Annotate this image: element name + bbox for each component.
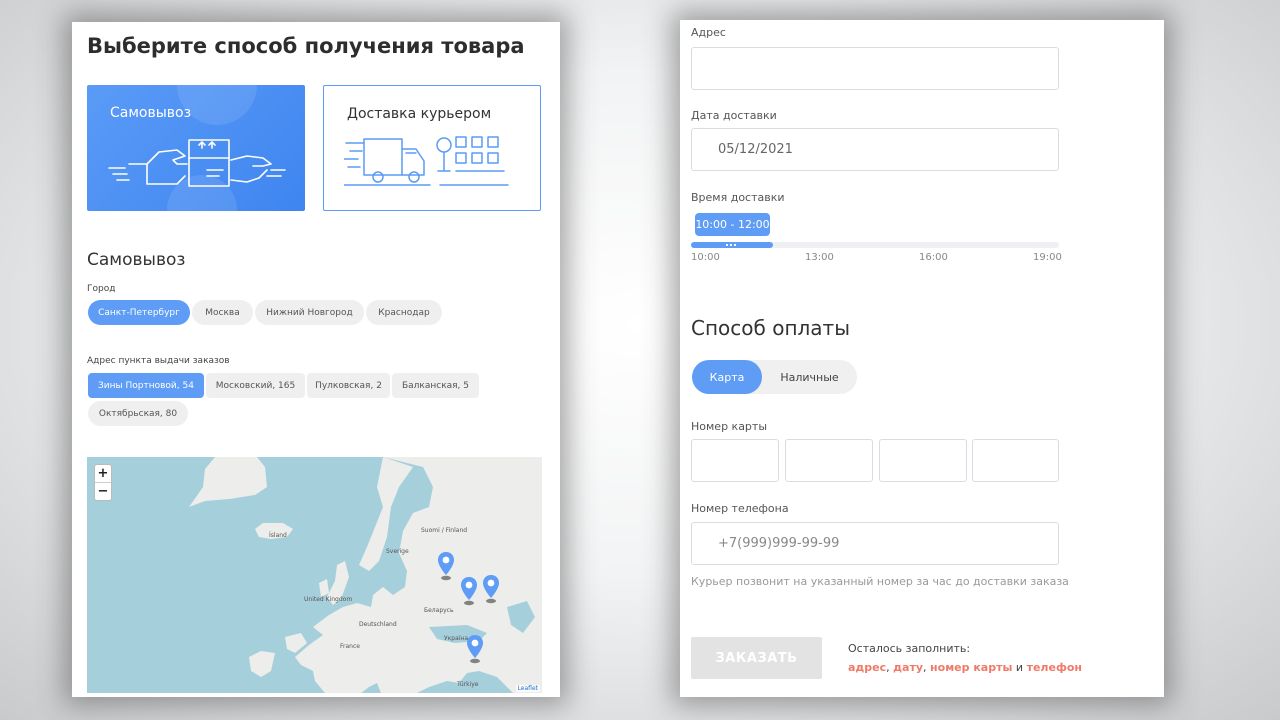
map-label: United Kingdom bbox=[304, 596, 353, 603]
missing-field-phone: телефон bbox=[1026, 661, 1083, 674]
payment-method-toggle: Карта Наличные bbox=[692, 360, 857, 394]
phone-input[interactable]: +7(999)999-99-99 bbox=[691, 522, 1059, 565]
remaining-separator: , bbox=[923, 661, 931, 674]
phone-label: Номер телефона bbox=[691, 502, 789, 515]
time-tick: 16:00 bbox=[919, 252, 948, 263]
date-label: Дата доставки bbox=[691, 109, 777, 122]
map-label: Suomi / Finland bbox=[421, 527, 468, 534]
payment-option-card[interactable]: Карта bbox=[692, 360, 762, 394]
time-tick: 10:00 bbox=[691, 252, 720, 263]
slider-handle-grip-icon[interactable] bbox=[726, 244, 737, 246]
time-label: Время доставки bbox=[691, 191, 785, 204]
map-attribution[interactable]: Leaflet bbox=[515, 685, 540, 692]
card-number-label: Номер карты bbox=[691, 420, 768, 433]
remaining-fields-list: адрес, дату, номер карты и телефон bbox=[848, 661, 1082, 674]
card-number-input-1[interactable] bbox=[691, 439, 779, 482]
delivery-method-panel: Выберите способ получения товара Самовыв… bbox=[72, 22, 560, 697]
address-chip-4[interactable]: Октябрьская, 80 bbox=[88, 401, 188, 426]
map-label: Deutschland bbox=[359, 621, 397, 628]
delivery-truck-icon bbox=[344, 136, 509, 186]
city-label: Город bbox=[87, 284, 116, 294]
pickup-method-card[interactable]: Самовывоз bbox=[87, 85, 305, 211]
time-slider-tooltip: 10:00 - 12:00 bbox=[695, 213, 770, 236]
address-chip-3[interactable]: Балканская, 5 bbox=[392, 373, 479, 398]
zoom-out-button[interactable]: − bbox=[95, 482, 111, 499]
map-label: Україна bbox=[444, 635, 469, 642]
map-label: Ísland bbox=[269, 532, 287, 539]
remaining-conjunction: и bbox=[1012, 661, 1027, 674]
courier-method-card[interactable]: Доставка курьером bbox=[323, 85, 541, 211]
map-pin-icon[interactable] bbox=[437, 551, 455, 581]
page-title: Выберите способ получения товара bbox=[87, 34, 525, 58]
map-label: Беларусь bbox=[424, 607, 454, 614]
courier-method-label: Доставка курьером bbox=[347, 106, 492, 122]
map-pin-icon[interactable] bbox=[482, 574, 500, 604]
time-tick: 19:00 bbox=[1033, 252, 1062, 263]
phone-hint: Курьер позвонит на указанный номер за ча… bbox=[691, 575, 1069, 588]
map-label: Sverige bbox=[386, 548, 409, 555]
address-chip-2[interactable]: Пулковская, 2 bbox=[307, 373, 390, 398]
city-chip-krasnodar[interactable]: Краснодар bbox=[366, 300, 442, 325]
order-button[interactable]: ЗАКАЗАТЬ bbox=[691, 637, 822, 679]
address-chip-1[interactable]: Московский, 165 bbox=[206, 373, 305, 398]
map-zoom-control: + − bbox=[94, 464, 112, 501]
card-number-input-3[interactable] bbox=[879, 439, 967, 482]
pickup-method-label: Самовывоз bbox=[110, 105, 192, 121]
city-chip-nizhny[interactable]: Нижний Новгород bbox=[255, 300, 364, 325]
missing-field-card: номер карты bbox=[930, 661, 1013, 674]
handover-box-icon bbox=[108, 139, 286, 187]
pickup-section-title: Самовывоз bbox=[87, 250, 186, 270]
pickup-address-label: Адрес пункта выдачи заказов bbox=[87, 356, 230, 366]
card-number-input-2[interactable] bbox=[785, 439, 873, 482]
payment-section-title: Способ оплаты bbox=[691, 316, 850, 340]
map-label: France bbox=[340, 643, 360, 650]
address-chip-0[interactable]: Зины Портновой, 54 bbox=[88, 373, 204, 398]
zoom-in-button[interactable]: + bbox=[95, 465, 111, 482]
remaining-fields-label: Осталось заполнить: bbox=[848, 642, 971, 655]
missing-field-address: адрес bbox=[848, 661, 887, 674]
city-chip-spb[interactable]: Санкт-Петербург bbox=[88, 300, 190, 325]
pickup-map[interactable]: + − Ísland Suomi / Finland Sverige Unite… bbox=[87, 457, 542, 693]
courier-form-panel: Адрес Дата доставки 05/12/2021 Время дос… bbox=[680, 20, 1164, 697]
address-input[interactable] bbox=[691, 47, 1059, 90]
time-tick: 13:00 bbox=[805, 252, 834, 263]
map-pin-icon[interactable] bbox=[466, 634, 484, 664]
city-chip-moscow[interactable]: Москва bbox=[192, 300, 253, 325]
missing-field-date: дату bbox=[893, 661, 924, 674]
address-label: Адрес bbox=[691, 26, 726, 39]
card-number-input-4[interactable] bbox=[972, 439, 1059, 482]
map-label: Türkiye bbox=[457, 681, 479, 688]
map-pin-icon[interactable] bbox=[460, 576, 478, 606]
payment-option-cash[interactable]: Наличные bbox=[762, 360, 857, 394]
date-input[interactable]: 05/12/2021 bbox=[691, 128, 1059, 171]
